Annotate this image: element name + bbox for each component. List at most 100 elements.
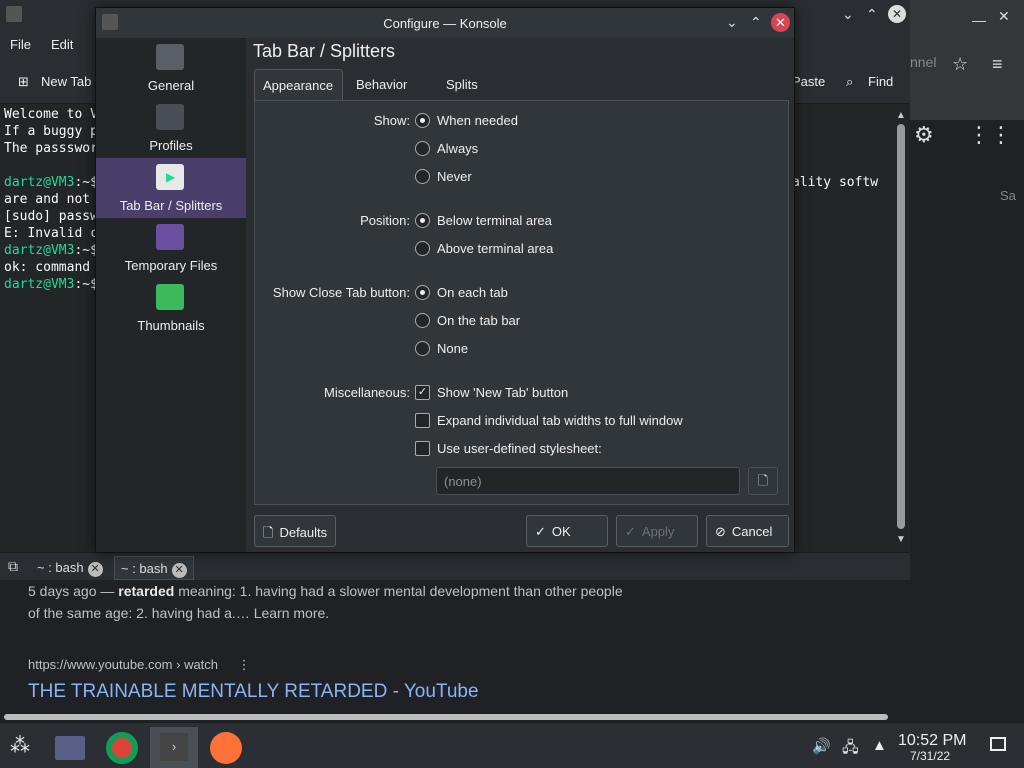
terminal-line: ok: command — [4, 260, 91, 275]
radio-icon[interactable] — [415, 341, 430, 357]
checkbox-icon[interactable] — [415, 441, 430, 457]
radio-icon[interactable] — [415, 169, 430, 185]
konsole-close-icon[interactable]: ✕ — [888, 5, 906, 23]
sidebar-label: Profiles — [149, 138, 193, 153]
chevron-up-icon[interactable]: ⌃ — [750, 14, 762, 31]
apply-button[interactable]: ✓ Apply — [616, 515, 698, 547]
terminal-icon — [156, 44, 184, 70]
firefox-icon[interactable] — [202, 727, 250, 768]
cancel-icon: ⊘ — [715, 524, 726, 539]
close-option-tab-bar[interactable]: On the tab bar — [415, 312, 520, 330]
sidebar-item-profiles[interactable]: Profiles — [96, 98, 246, 158]
horizontal-scrollbar[interactable] — [4, 714, 888, 720]
close-option-each-tab[interactable]: On each tab — [415, 284, 508, 302]
menu-file[interactable]: File — [10, 37, 31, 52]
chevron-down-icon[interactable]: ⌄ — [726, 14, 738, 31]
browser-toolbar: — ✕ nnel ☆ ≡ — [910, 0, 1024, 120]
new-tab-button[interactable]: New Tab — [41, 74, 91, 89]
radio-icon[interactable] — [415, 241, 430, 257]
user-stylesheet-checkbox[interactable]: Use user-defined stylesheet: — [415, 440, 602, 458]
konsole-app-icon — [6, 6, 22, 22]
cancel-button[interactable]: ⊘ Cancel — [706, 515, 789, 547]
sidebar-item-thumbnails[interactable]: Thumbnails — [96, 278, 246, 338]
tray-expand-icon[interactable]: ▲ — [872, 737, 887, 754]
file-picker-icon[interactable]: 🗋 — [748, 467, 778, 495]
konsole-taskbar-icon[interactable]: › — [150, 727, 198, 768]
show-option-never[interactable]: Never — [415, 168, 472, 186]
configure-dialog: Configure — Konsole ⌄ ⌃ ✕ General Profil… — [95, 7, 795, 553]
tab-appearance[interactable]: Appearance — [254, 69, 343, 101]
new-tab-icon[interactable]: ⧉ — [8, 558, 18, 575]
scroll-down-icon[interactable]: ▼ — [896, 534, 906, 545]
position-option-below[interactable]: Below terminal area — [415, 212, 552, 230]
show-option-always[interactable]: Always — [415, 140, 478, 158]
radio-icon[interactable] — [415, 113, 430, 129]
sidebar-item-tabbar[interactable]: ▶ Tab Bar / Splitters — [96, 158, 246, 218]
minimize-icon[interactable]: — — [972, 12, 986, 28]
page-title: Tab Bar / Splitters — [253, 41, 396, 61]
checkbox-icon[interactable] — [415, 413, 430, 429]
snippet-bold: retarded — [118, 583, 175, 599]
chevron-up-icon[interactable]: ⌃ — [866, 6, 878, 23]
stylesheet-path-field[interactable]: (none) — [436, 467, 740, 495]
result-title-link[interactable]: THE TRAINABLE MENTALLY RETARDED - YouTub… — [28, 681, 479, 703]
terminal-scrollbar[interactable]: ▲ ▼ — [894, 110, 908, 550]
clock-time[interactable]: 10:52 PM — [898, 732, 966, 750]
app-launcher-icon[interactable]: ⁂ — [10, 733, 30, 758]
side-text-fragment: Sa — [1000, 188, 1016, 203]
more-options-icon[interactable]: ⋮ — [238, 657, 251, 672]
paste-button[interactable]: Paste — [792, 74, 825, 89]
terminal-line: Welcome to V — [4, 107, 98, 122]
result-url[interactable]: https://www.youtube.com › watch ⋮ — [28, 657, 251, 673]
dialog-close-icon[interactable]: ✕ — [771, 13, 790, 32]
show-new-tab-button-checkbox[interactable]: ✓ Show 'New Tab' button — [415, 384, 568, 402]
radio-icon[interactable] — [415, 213, 430, 229]
image-icon — [156, 284, 184, 310]
network-icon[interactable]: 🖧 — [842, 737, 859, 762]
terminal-tab-active[interactable]: ~ : bash ✕ — [114, 556, 194, 580]
bookmark-star-icon[interactable]: ☆ — [952, 54, 968, 75]
clock-date[interactable]: 7/31/22 — [910, 749, 950, 763]
terminal-line: dartz@VM3:~$ — [4, 243, 98, 258]
file-manager-icon[interactable] — [46, 727, 94, 768]
chrome-icon[interactable] — [98, 727, 146, 768]
expand-tab-widths-checkbox[interactable]: Expand individual tab widths to full win… — [415, 412, 683, 430]
sidebar-label: Temporary Files — [124, 258, 218, 273]
defaults-button[interactable]: 🗋 Defaults — [254, 515, 337, 547]
show-desktop-icon[interactable] — [990, 737, 1006, 751]
search-icon[interactable]: ⌕ — [846, 74, 853, 90]
new-tab-icon[interactable]: ⊞ — [18, 74, 29, 90]
apps-grid-icon[interactable]: ⋮⋮ — [968, 122, 1012, 148]
menu-edit[interactable]: Edit — [51, 37, 73, 52]
chevron-down-icon[interactable]: ⌄ — [842, 6, 854, 23]
scroll-up-icon[interactable]: ▲ — [896, 110, 906, 121]
terminal-line: are and not — [4, 192, 91, 207]
scrollbar-thumb[interactable] — [897, 124, 905, 529]
tab-close-icon[interactable]: ✕ — [171, 563, 187, 578]
sidebar-item-temporary-files[interactable]: Temporary Files — [96, 218, 246, 278]
radio-icon[interactable] — [415, 285, 430, 301]
radio-icon[interactable] — [415, 313, 430, 329]
show-option-when-needed[interactable]: When needed — [415, 112, 518, 130]
document-icon: 🗋 — [263, 525, 274, 540]
tab-behavior[interactable]: Behavior — [348, 69, 415, 101]
terminal-tab[interactable]: ~ : bash ✕ — [31, 556, 109, 580]
result-snippet-line1: 5 days ago — retarded meaning: 1. having… — [28, 583, 623, 599]
ok-button[interactable]: ✓ OK — [526, 515, 608, 547]
find-button[interactable]: Find — [868, 74, 893, 89]
position-option-above[interactable]: Above terminal area — [415, 240, 553, 258]
checkmark-icon[interactable]: ✓ — [415, 385, 430, 401]
tab-close-icon[interactable]: ✕ — [87, 562, 103, 577]
terminal-line: The passswor — [4, 141, 98, 156]
menu-icon[interactable]: ≡ — [992, 54, 1003, 75]
settings-gear-icon[interactable]: ⚙ — [914, 122, 934, 148]
dialog-title: Configure — Konsole — [383, 16, 507, 31]
close-icon[interactable]: ✕ — [998, 8, 1010, 25]
sidebar-item-general[interactable]: General — [96, 38, 246, 98]
sidebar-label: General — [147, 78, 195, 93]
volume-icon[interactable]: 🔊 — [812, 737, 831, 755]
terminal-line-fragment: ality softw — [792, 175, 879, 190]
radio-icon[interactable] — [415, 141, 430, 157]
tab-splits[interactable]: Splits — [438, 69, 486, 101]
close-option-none[interactable]: None — [415, 340, 468, 358]
